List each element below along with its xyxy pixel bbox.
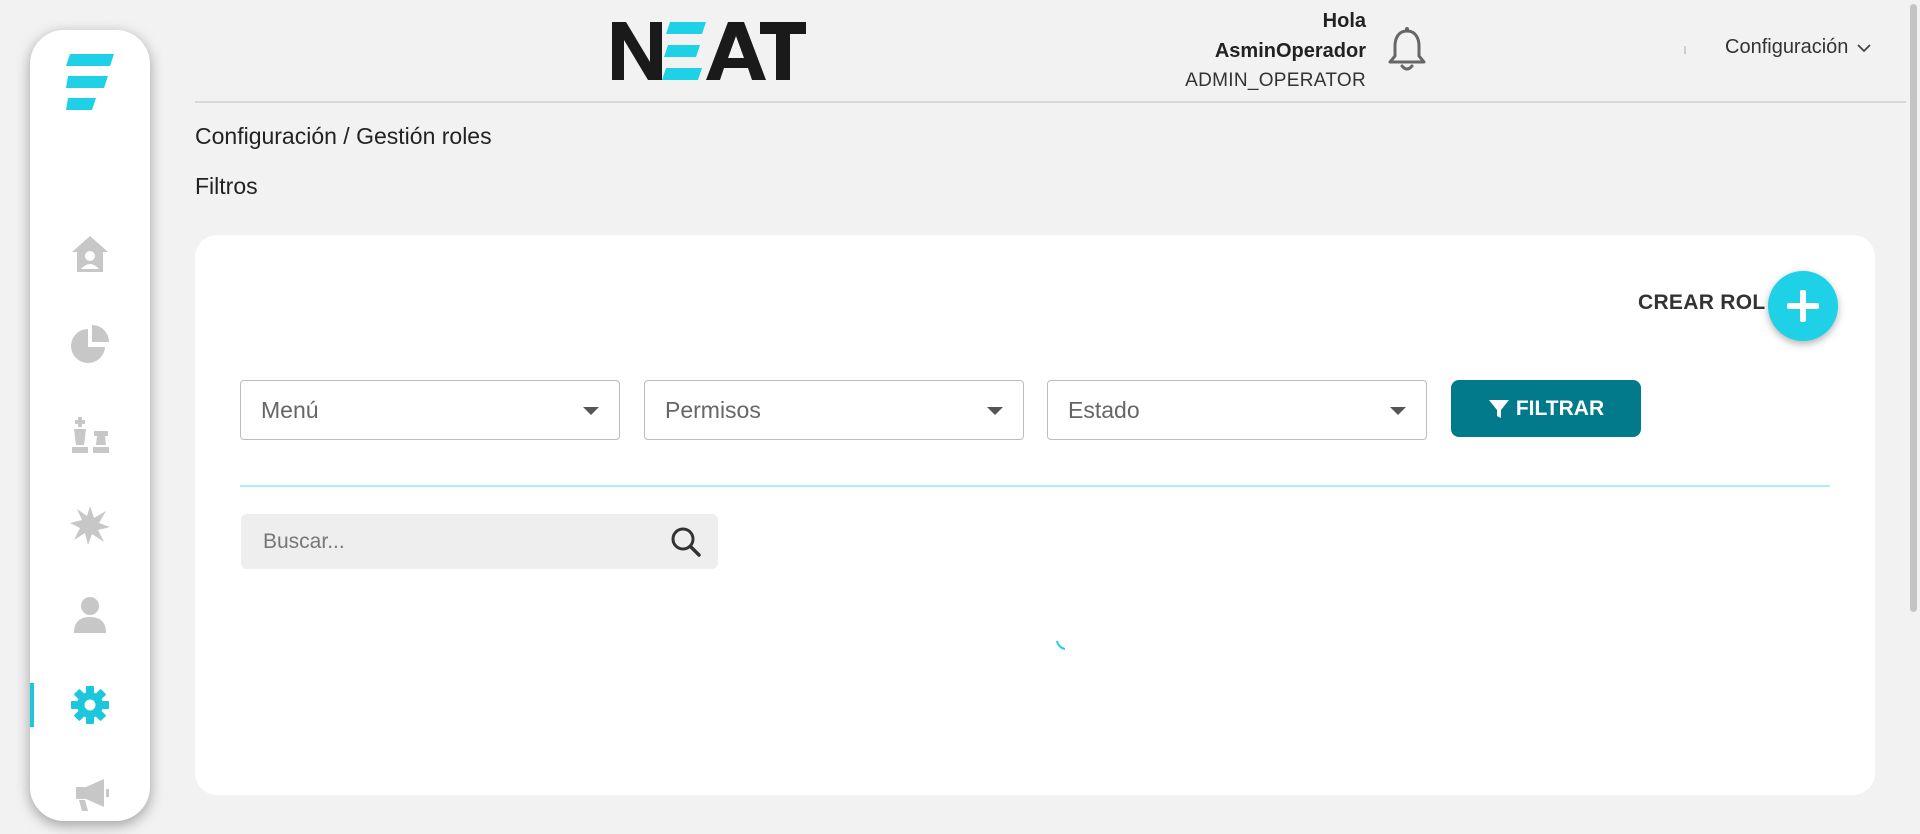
filter-button[interactable]: FILTRAR [1451,380,1641,437]
sidebar-item-strategy[interactable] [30,405,150,465]
menu-select-label: Menú [261,396,319,423]
burst-icon [70,506,110,545]
permissions-select[interactable]: Permisos [644,380,1024,440]
user-info: Hola AsminOperador ADMIN_OPERATOR [1185,6,1366,96]
breadcrumb: Configuración / Gestión roles [195,123,492,149]
caret-down-icon [987,407,1003,415]
top-header: Hola AsminOperador ADMIN_OPERATOR Config… [195,0,1913,103]
funnel-icon [1488,399,1509,418]
bell-icon[interactable] [1385,26,1429,74]
gear-icon [71,686,109,724]
app-logo-icon[interactable] [66,52,116,122]
header-separator [1684,46,1686,54]
config-dropdown[interactable]: Configuración [1725,36,1872,59]
permissions-select-label: Permisos [665,396,761,423]
user-name: AsminOperador [1214,40,1366,62]
caret-down-icon [1390,407,1406,415]
user-icon [74,597,106,633]
brand-logo[interactable] [610,18,806,84]
scrollbar-thumb[interactable] [1910,4,1917,612]
config-dropdown-label: Configuración [1725,36,1849,58]
menu-select[interactable]: Menú [240,380,620,440]
scrollbar-track [1906,0,1920,834]
sidebar-item-settings[interactable] [30,675,150,735]
sidebar-item-incidents[interactable] [30,495,150,555]
create-role-button[interactable] [1768,271,1838,341]
greeting-text: Hola [1322,10,1366,32]
sidebar [30,30,150,821]
search-box [241,514,718,569]
sidebar-item-users[interactable] [30,585,150,645]
sidebar-item-dashboard[interactable] [30,315,150,375]
status-select-label: Estado [1068,396,1140,423]
home-user-icon [72,236,108,272]
sidebar-item-campaigns[interactable] [30,765,150,825]
divider [240,485,1830,487]
search-icon[interactable] [670,526,702,558]
chess-icon [72,417,109,453]
loading-spinner-icon [1056,640,1066,650]
filters-title: Filtros [195,173,258,199]
plus-icon [1787,290,1819,322]
user-role: ADMIN_OPERATOR [1185,70,1366,91]
sidebar-item-home[interactable] [30,224,150,284]
create-role-label[interactable]: CREAR ROL [1638,291,1766,315]
search-input[interactable] [241,514,661,569]
status-select[interactable]: Estado [1047,380,1427,440]
filter-button-label: FILTRAR [1515,396,1605,420]
chevron-down-icon [1857,43,1872,52]
megaphone-icon [76,779,109,811]
pie-chart-icon [71,325,109,363]
caret-down-icon [583,407,599,415]
filters-card: CREAR ROL Menú Permisos Estado FILTRAR [195,235,1875,795]
